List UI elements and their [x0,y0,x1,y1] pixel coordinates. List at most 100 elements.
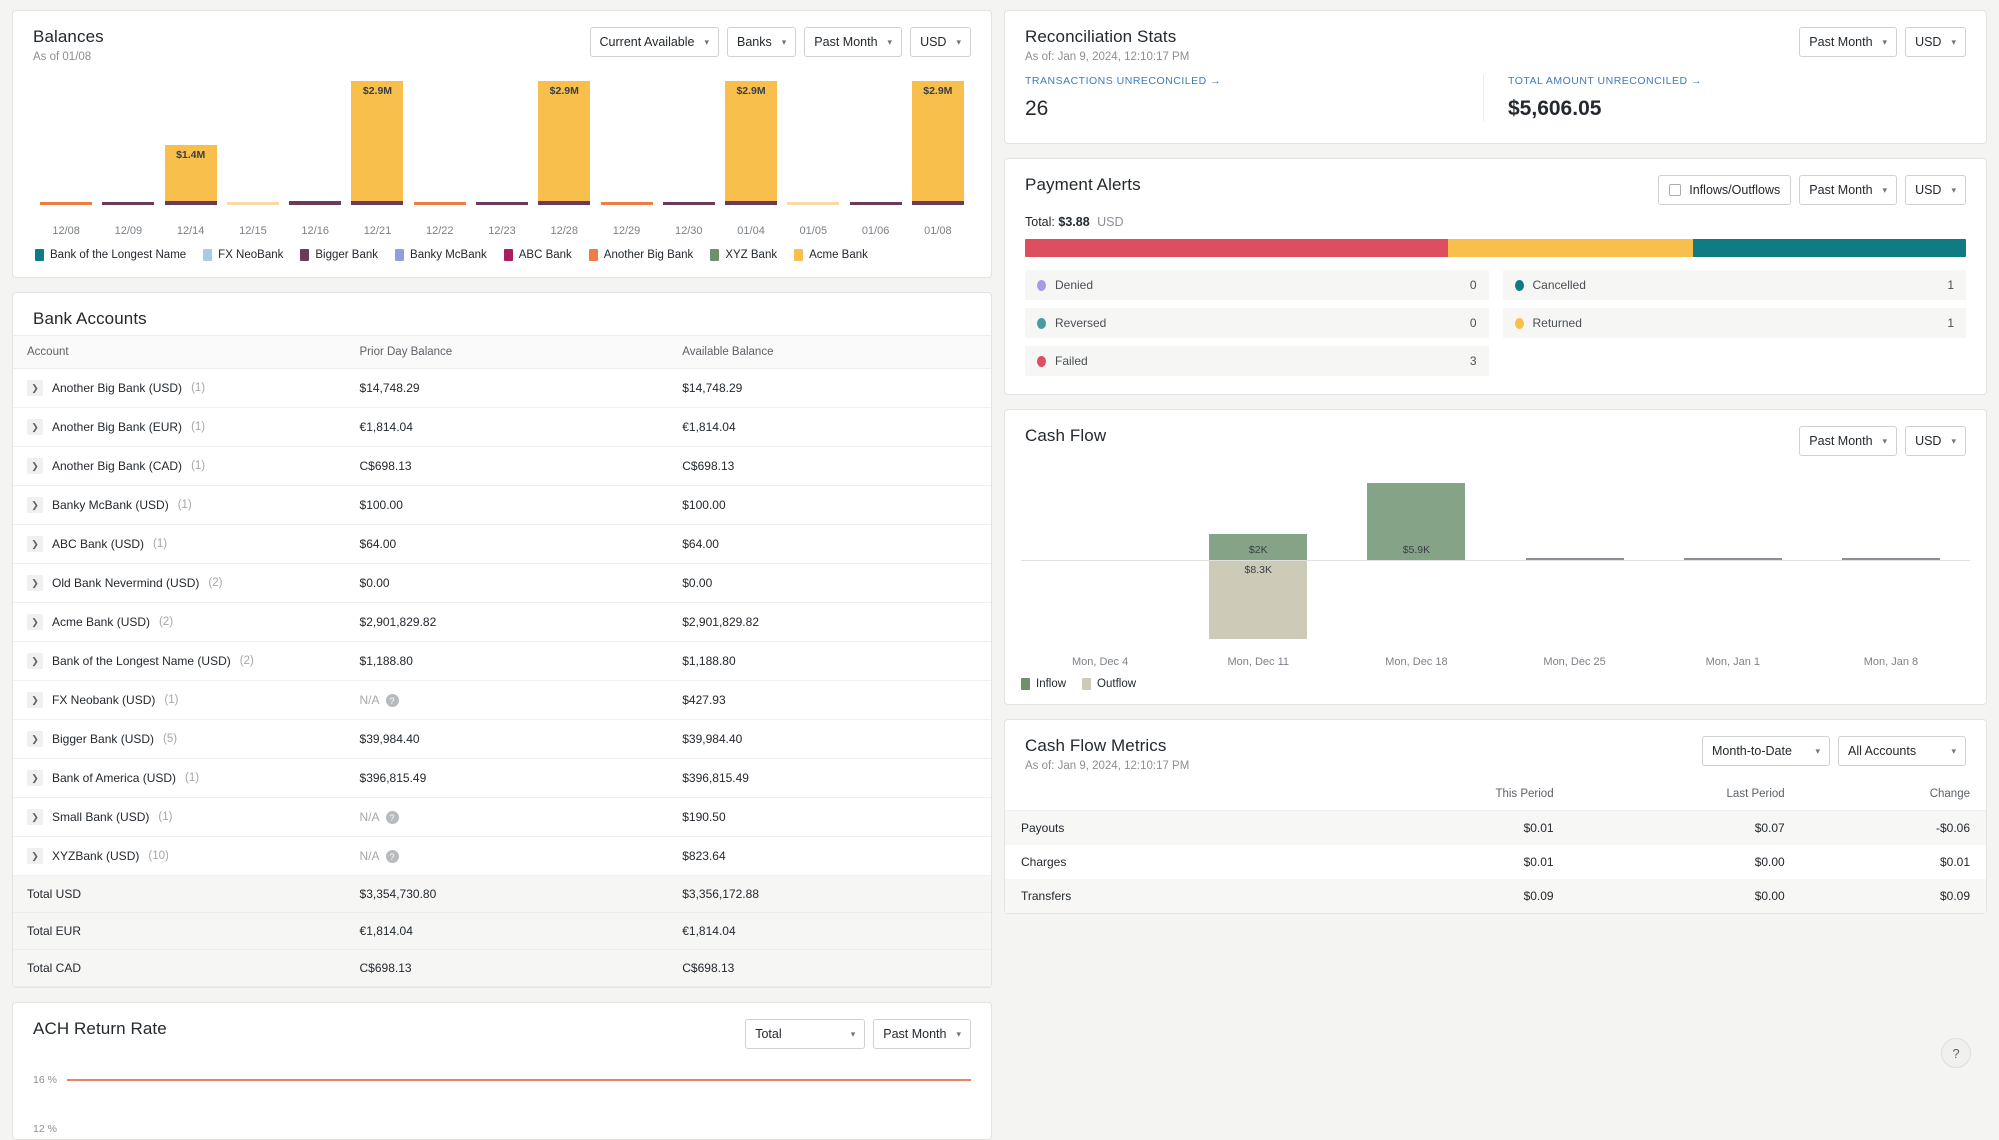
balances-bar-group[interactable] [97,75,159,205]
account-name: Small Bank (USD) [52,810,150,824]
ach-controls: Total ▾ Past Month ▾ [745,1019,971,1049]
chevron-down-icon: ▾ [1951,745,1956,756]
expand-caret-icon[interactable]: ❯ [27,575,43,591]
inflows-outflows-checkbox[interactable]: Inflows/Outflows [1658,175,1792,205]
legend-item[interactable]: FX NeoBank [203,249,283,261]
balances-bar-group[interactable] [595,75,657,205]
legend-item[interactable]: Inflow [1021,678,1066,690]
table-row[interactable]: ❯ Acme Bank (USD) (2) $2,901,829.82 $2,901,8… [13,602,991,642]
table-row[interactable]: ❯ Banky McBank (USD) (1) $100.00 $100.00 [13,485,991,525]
balances-bar-group[interactable] [782,75,844,205]
balance-type-select[interactable]: Current Available ▾ [589,27,720,57]
page-title: Balances [33,27,104,46]
balances-bar-group[interactable]: $2.9M [346,75,408,205]
alert-bar-segment-cancelled[interactable] [1693,239,1966,257]
balances-bar-group[interactable]: $2.9M [907,75,969,205]
table-row[interactable]: ❯ Small Bank (USD) (1) N/A? $190.50 [13,797,991,837]
balances-bar-group[interactable] [409,75,471,205]
table-row[interactable]: ❯ Another Big Bank (USD) (1) $14,748.29 $14,… [13,368,991,408]
alerts-period-select[interactable]: Past Month ▾ [1799,175,1898,205]
recon-period-select[interactable]: Past Month ▾ [1799,27,1898,57]
expand-caret-icon[interactable]: ❯ [27,614,43,630]
info-icon[interactable]: ? [385,811,399,825]
metrics-accounts-select[interactable]: All Accounts ▾ [1838,736,1966,766]
balances-bar-group[interactable] [658,75,720,205]
table-row[interactable]: ❯ ABC Bank (USD) (1) $64.00 $64.00 [13,524,991,564]
stat-total-amount-unreconciled: TOTAL AMOUNT UNRECONCILED → $5,606.05 [1483,75,1966,121]
expand-caret-icon[interactable]: ❯ [27,692,43,708]
expand-caret-icon[interactable]: ❯ [27,653,43,669]
account-count: (1) [191,460,206,472]
alert-status-item[interactable]: Failed 3 [1025,346,1489,376]
table-row[interactable]: ❯ FX Neobank (USD) (1) N/A? $427.93 [13,680,991,720]
expand-caret-icon[interactable]: ❯ [27,731,43,747]
cell-metric-this-period: $0.01 [1523,855,1554,869]
balances-bar-group[interactable] [35,75,97,205]
transactions-unreconciled-link[interactable]: TRANSACTIONS UNRECONCILED → [1025,75,1463,87]
table-row[interactable]: ❯ Old Bank Nevermind (USD) (2) $0.00 $0.00 [13,563,991,603]
balances-bar-group[interactable] [471,75,533,205]
legend-item[interactable]: Bigger Bank [300,249,378,261]
ach-type-select[interactable]: Total ▾ [745,1019,866,1049]
table-row[interactable]: ❯ Bank of the Longest Name (USD) (2) $1,188… [13,641,991,681]
grouping-select[interactable]: Banks ▾ [727,27,797,57]
legend-item[interactable]: XYZ Bank [710,249,777,261]
period-select[interactable]: Past Month ▾ [804,27,903,57]
legend-item[interactable]: ABC Bank [503,249,572,261]
help-button[interactable]: ? [1941,1038,1971,1068]
alert-bar-segment-failed[interactable] [1025,239,1449,257]
cash-flow-bar-group[interactable]: $5.9K [1337,472,1495,652]
alert-status-item[interactable]: Denied 0 [1025,270,1489,300]
table-row[interactable]: ❯ XYZBank (USD) (10) N/A? $823.64 [13,836,991,876]
balances-bar-group[interactable]: $1.4M [160,75,222,205]
alert-status-item[interactable]: Returned 1 [1502,308,1966,338]
cash-flow-bar-group[interactable]: $2K $8.3K [1179,472,1337,652]
recon-currency-select[interactable]: USD ▾ [1905,27,1966,57]
table-row[interactable]: ❯ Another Big Bank (EUR) (1) €1,814.04 €1,81… [13,407,991,447]
alert-status-item[interactable]: Cancelled 1 [1502,270,1966,300]
expand-caret-icon[interactable]: ❯ [27,848,43,864]
cashflow-period-select[interactable]: Past Month ▾ [1799,426,1898,456]
balances-bar-group[interactable] [284,75,346,205]
expand-caret-icon[interactable]: ❯ [27,380,43,396]
legend-item[interactable]: Banky McBank [395,249,487,261]
ach-period-select[interactable]: Past Month ▾ [873,1019,971,1049]
legend-item[interactable]: Outflow [1082,678,1136,690]
expand-caret-icon[interactable]: ❯ [27,536,43,552]
balances-bar-group[interactable] [844,75,906,205]
expand-caret-icon[interactable]: ❯ [27,458,43,474]
total-amount-unreconciled-link[interactable]: TOTAL AMOUNT UNRECONCILED → [1508,75,1946,87]
chevron-down-icon: ▾ [956,36,961,47]
alert-bar-segment-returned[interactable] [1448,239,1694,257]
info-icon[interactable]: ? [385,850,399,864]
cell-total-label: Total USD [13,875,346,913]
metrics-col-blank [1005,778,1339,811]
cashflow-currency-select[interactable]: USD ▾ [1905,426,1966,456]
cash-flow-bar-group[interactable] [1812,472,1970,652]
balances-bar-group[interactable]: $2.9M [533,75,595,205]
bar-segment-other [725,201,778,205]
legend-item[interactable]: Another Big Bank [588,249,693,261]
legend-item[interactable]: Bank of the Longest Name [35,249,186,261]
metrics-range-select[interactable]: Month-to-Date ▾ [1702,736,1830,766]
alert-status-item[interactable]: Reversed 0 [1025,308,1489,338]
cash-flow-bar-group[interactable] [1496,472,1654,652]
currency-select[interactable]: USD ▾ [910,27,971,57]
balances-bar-group[interactable] [222,75,284,205]
table-row[interactable]: ❯ Another Big Bank (CAD) (1) C$698.13 C$698.… [13,446,991,486]
expand-caret-icon[interactable]: ❯ [27,419,43,435]
legend-item[interactable]: Acme Bank [794,249,868,261]
expand-caret-icon[interactable]: ❯ [27,497,43,513]
cash-flow-bar-group[interactable] [1021,472,1179,652]
legend-swatch [1021,678,1030,690]
cash-flow-bar-group[interactable] [1654,472,1812,652]
cell-prior-day-balance: $2,901,829.82 [345,602,669,642]
info-icon[interactable]: ? [385,694,399,708]
table-row[interactable]: ❯ Bigger Bank (USD) (5) $39,984.40 $39,984.4… [13,719,991,759]
table-row[interactable]: ❯ Bank of America (USD) (1) $396,815.49 $396… [13,758,991,798]
expand-caret-icon[interactable]: ❯ [27,809,43,825]
balances-bar-group[interactable]: $2.9M [720,75,782,205]
cell-available-balance: $1,188.80 [668,641,991,681]
expand-caret-icon[interactable]: ❯ [27,770,43,786]
alerts-currency-select[interactable]: USD ▾ [1905,175,1966,205]
